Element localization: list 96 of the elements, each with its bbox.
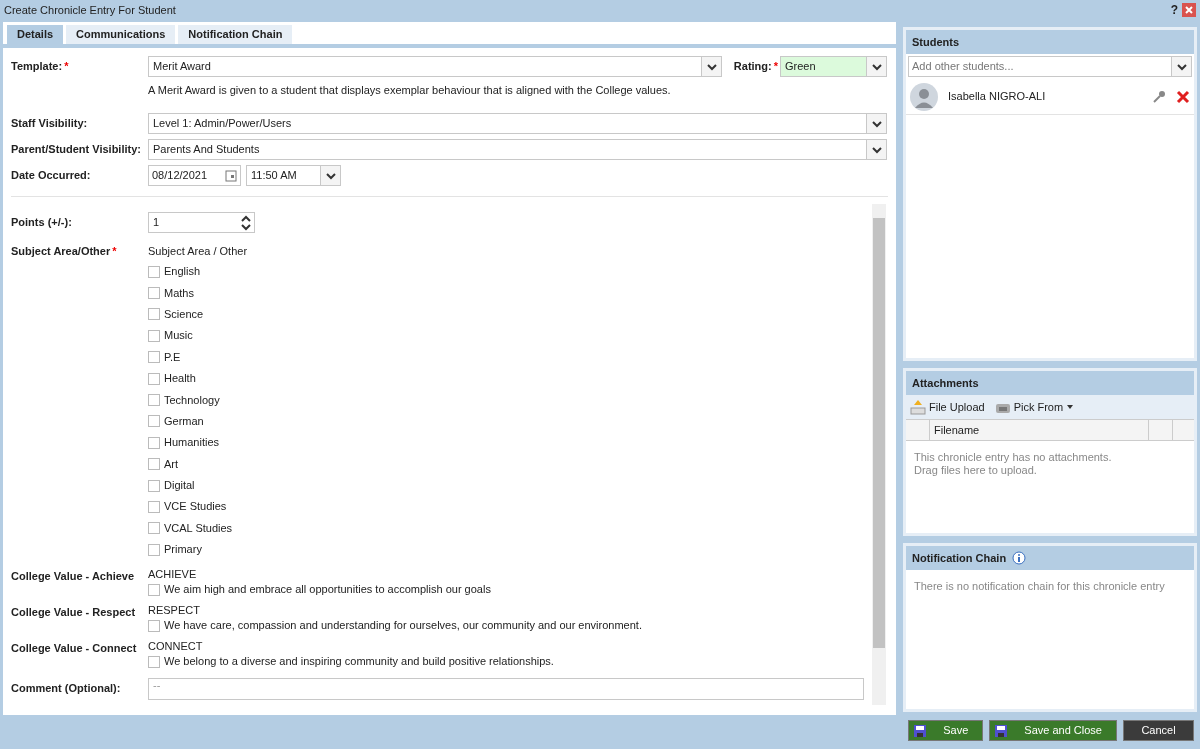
select-field[interactable]: Green bbox=[780, 56, 887, 77]
field-label: Date Occurred: bbox=[11, 169, 91, 181]
checkbox-label: We aim high and embrace all opportunities to accomplish our goals bbox=[164, 583, 491, 597]
field-label: Parent/Student Visibility: bbox=[11, 143, 141, 155]
select-field[interactable]: Level 1: Admin/Power/Users bbox=[148, 113, 887, 134]
comment-field[interactable]: -- bbox=[148, 678, 864, 701]
field-label: Subject Area/Other bbox=[11, 245, 111, 258]
field-label: College Value - Achieve bbox=[11, 570, 135, 583]
field-label: Template: bbox=[11, 60, 63, 73]
caret-icon bbox=[1066, 403, 1075, 411]
checkbox-label: Maths bbox=[164, 286, 194, 300]
checkbox-label: German bbox=[164, 414, 204, 428]
checkbox[interactable] bbox=[148, 543, 160, 556]
field-label: College Value - Connect bbox=[11, 642, 137, 655]
remove-icon bbox=[1176, 89, 1190, 104]
panel-title: Notification Chain bbox=[912, 551, 1007, 565]
tab[interactable]: Details bbox=[7, 25, 64, 44]
field-label: Rating: bbox=[733, 60, 772, 73]
checkbox[interactable] bbox=[148, 436, 160, 449]
checkbox[interactable] bbox=[148, 308, 160, 321]
tab[interactable]: Communications bbox=[66, 25, 176, 44]
group-heading: RESPECT bbox=[148, 604, 201, 618]
group-heading: ACHIEVE bbox=[148, 568, 198, 582]
student-name[interactable]: Isabella NIGRO-ALI bbox=[948, 90, 1142, 103]
checkbox-label: Technology bbox=[164, 393, 220, 407]
checkbox-label: Music bbox=[164, 329, 193, 343]
cancel-button[interactable]: Cancel bbox=[1123, 720, 1194, 741]
checkbox-label: Health bbox=[164, 372, 196, 386]
tab[interactable]: Notification Chain bbox=[178, 25, 293, 44]
checkbox[interactable] bbox=[148, 655, 160, 668]
required-mark: * bbox=[64, 60, 69, 73]
upload-icon bbox=[910, 399, 926, 415]
checkbox[interactable] bbox=[148, 372, 160, 385]
file-upload-button[interactable]: File Upload bbox=[910, 399, 985, 415]
field-label: Staff Visibility: bbox=[11, 117, 88, 129]
checkbox[interactable] bbox=[148, 287, 160, 300]
checkbox[interactable] bbox=[148, 522, 160, 535]
checkbox-label: Humanities bbox=[164, 436, 220, 450]
column-header: Filename bbox=[933, 422, 981, 438]
required-mark: * bbox=[773, 60, 778, 73]
close-icon bbox=[1184, 5, 1194, 15]
spinner-icon bbox=[239, 213, 253, 232]
group-heading: CONNECT bbox=[148, 640, 204, 654]
field-label: Comment (Optional): bbox=[11, 682, 121, 695]
dropdown-button[interactable] bbox=[866, 140, 886, 159]
checkbox-label: VCE Studies bbox=[164, 500, 227, 514]
save-button[interactable]: Save and Close bbox=[989, 720, 1117, 741]
dropdown-button[interactable] bbox=[866, 57, 886, 76]
dropdown-button[interactable] bbox=[866, 114, 886, 133]
scrollbar[interactable] bbox=[872, 204, 886, 705]
panel-title: Students bbox=[912, 35, 960, 49]
checkbox[interactable] bbox=[148, 394, 160, 407]
checkbox[interactable] bbox=[148, 458, 160, 471]
window-title: Create Chronicle Entry For Student bbox=[4, 3, 177, 17]
field-label: Points (+/-): bbox=[11, 216, 72, 228]
dropdown-button[interactable] bbox=[701, 57, 721, 76]
pin-icon bbox=[1152, 89, 1166, 104]
checkbox-label: VCAL Studies bbox=[164, 521, 233, 535]
checkbox-label: Digital bbox=[164, 479, 195, 493]
checkbox-label: We belong to a diverse and inspiring community and build positive relationships. bbox=[164, 655, 554, 669]
checkbox-label: English bbox=[164, 265, 201, 279]
pick-from-button[interactable]: Pick From bbox=[994, 399, 1075, 415]
select-field[interactable]: Merit Award bbox=[148, 56, 722, 77]
select-field[interactable]: Parents And Students bbox=[148, 139, 887, 160]
checkbox-label: Art bbox=[164, 457, 179, 471]
close-button[interactable] bbox=[1182, 3, 1196, 17]
template-description: A Merit Award is given to a student that displays exemplar behaviour that is aligned with the College values. bbox=[148, 83, 671, 98]
checkbox-label: We have care, compassion and understanding for ourselves, our community and our environment. bbox=[164, 619, 642, 633]
checkbox[interactable] bbox=[148, 351, 160, 364]
empty-message: This chronicle entry has no attachments. Drag files here to upload. bbox=[913, 450, 1113, 477]
select-field[interactable]: 11:50 AM bbox=[246, 165, 341, 186]
checkbox[interactable] bbox=[148, 501, 160, 513]
calendar-icon bbox=[225, 169, 237, 182]
empty-message: There is no notification chain for this chronicle entry bbox=[914, 580, 1165, 592]
checkbox-label: Primary bbox=[164, 543, 202, 557]
help-button[interactable]: ? bbox=[1170, 3, 1178, 17]
date-field[interactable]: 08/12/2021 bbox=[148, 165, 241, 186]
checkbox[interactable] bbox=[148, 415, 160, 428]
info-icon bbox=[1012, 551, 1027, 565]
field-label: College Value - Respect bbox=[11, 606, 136, 619]
checkbox[interactable] bbox=[148, 265, 160, 278]
dropdown-button[interactable] bbox=[320, 166, 340, 185]
save-button[interactable]: Save bbox=[908, 720, 984, 741]
checkbox-label: Science bbox=[164, 307, 204, 321]
dropdown-button[interactable] bbox=[1171, 57, 1191, 76]
avatar-icon bbox=[910, 82, 938, 111]
group-heading: Subject Area / Other bbox=[148, 245, 248, 259]
student-search-field[interactable]: Add other students... bbox=[908, 56, 1192, 77]
checkbox[interactable] bbox=[148, 619, 160, 632]
checkbox[interactable] bbox=[148, 329, 160, 342]
checkbox[interactable] bbox=[148, 583, 160, 596]
panel-title: Attachments bbox=[912, 376, 979, 390]
number-field[interactable]: 1 bbox=[148, 212, 255, 233]
checkbox-label: P.E bbox=[164, 350, 181, 364]
required-mark: * bbox=[112, 245, 117, 258]
checkbox[interactable] bbox=[148, 479, 160, 492]
